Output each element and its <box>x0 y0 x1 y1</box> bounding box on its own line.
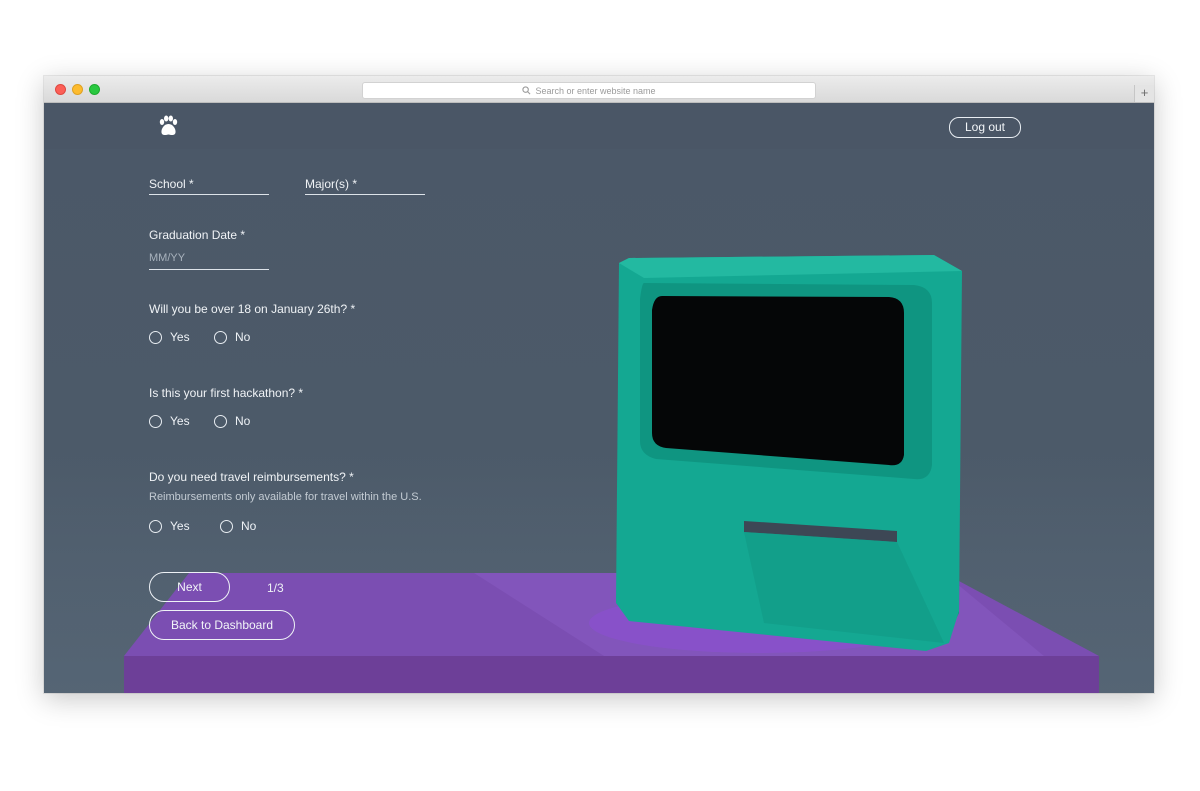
over18-yes-radio[interactable]: Yes <box>149 330 190 344</box>
first-hackathon-no-radio[interactable]: No <box>214 414 250 428</box>
graduation-label: Graduation Date * <box>149 228 246 242</box>
radio-label: No <box>235 414 251 428</box>
school-input[interactable] <box>149 194 269 195</box>
travel-question: Do you need travel reimbursements? * <box>149 470 354 484</box>
radio-circle[interactable] <box>214 414 227 428</box>
school-label: School * <box>149 177 194 191</box>
over18-no-radio[interactable]: No <box>214 330 250 344</box>
major-input[interactable] <box>305 194 425 195</box>
travel-no-radio[interactable]: No <box>220 519 256 533</box>
logout-button[interactable]: Log out <box>949 117 1021 138</box>
browser-titlebar: Search or enter website name + <box>44 76 1154 103</box>
address-bar[interactable]: Search or enter website name <box>362 82 816 99</box>
address-placeholder: Search or enter website name <box>535 85 656 96</box>
next-button[interactable]: Next <box>149 572 230 602</box>
page-indicator: 1/3 <box>267 581 284 595</box>
radio-circle[interactable] <box>220 519 233 533</box>
over18-question: Will you be over 18 on January 26th? * <box>149 302 356 316</box>
radio-circle[interactable] <box>149 414 162 428</box>
maximize-window-button[interactable] <box>89 84 100 95</box>
page-content: Log out School * Major(s) * Graduation D… <box>44 103 1154 693</box>
travel-yes-radio[interactable]: Yes <box>149 519 190 533</box>
first-hackathon-yes-radio[interactable]: Yes <box>149 414 190 428</box>
radio-label: No <box>241 519 257 533</box>
radio-label: Yes <box>170 330 190 344</box>
computer-screen <box>652 296 904 466</box>
radio-label: Yes <box>170 519 190 533</box>
platform-top <box>124 656 1099 693</box>
graduation-placeholder: MM/YY <box>149 252 186 264</box>
browser-window: Search or enter website name + Log out S… <box>44 76 1154 693</box>
major-label: Major(s) * <box>305 177 358 191</box>
new-tab-button[interactable]: + <box>1134 85 1154 102</box>
graduation-input[interactable] <box>149 269 269 270</box>
back-to-dashboard-button[interactable]: Back to Dashboard <box>149 610 295 640</box>
radio-circle[interactable] <box>149 330 162 344</box>
radio-label: No <box>235 330 251 344</box>
close-window-button[interactable] <box>55 84 66 95</box>
radio-circle[interactable] <box>149 519 162 533</box>
radio-circle[interactable] <box>214 330 227 344</box>
radio-label: Yes <box>170 414 190 428</box>
paw-icon[interactable] <box>158 115 178 137</box>
travel-note: Reimbursements only available for travel… <box>149 491 422 503</box>
search-icon <box>522 86 531 95</box>
first-hackathon-question: Is this your first hackathon? * <box>149 386 304 400</box>
minimize-window-button[interactable] <box>72 84 83 95</box>
